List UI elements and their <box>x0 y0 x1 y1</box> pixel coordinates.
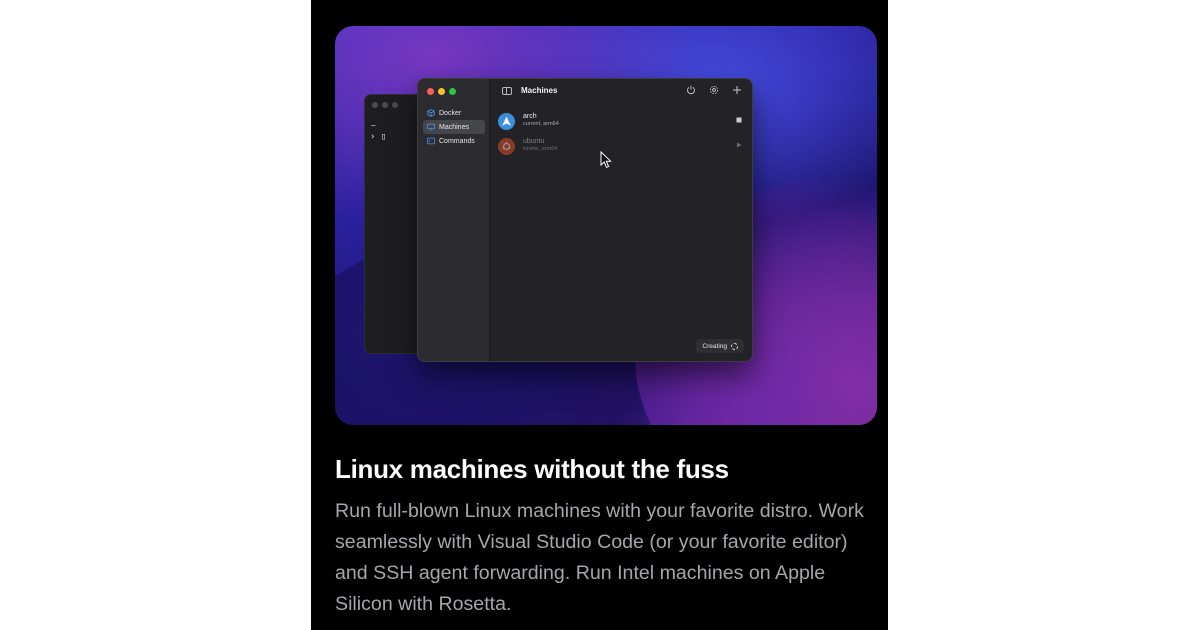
minimize-dot <box>382 102 388 108</box>
status-label: Creating <box>702 342 727 350</box>
toolbar: Machines <box>490 79 752 103</box>
cube-icon <box>427 109 435 117</box>
terminal-window: ~ › ▯ <box>364 94 424 354</box>
window-title: Machines <box>521 86 558 95</box>
orbstack-window: Docker Machines Commands Machines arch c… <box>417 78 753 362</box>
sidebar-item-machines[interactable]: Machines <box>423 120 485 134</box>
window-controls <box>427 88 456 95</box>
ubuntu-icon <box>498 138 515 155</box>
spinner-icon <box>731 342 738 350</box>
stop-icon[interactable] <box>736 117 742 125</box>
sidebar-item-label: Machines <box>439 123 469 131</box>
terminal-prompt: › ▯ <box>370 132 387 142</box>
feature-card: ~ › ▯ Docker Machines Commands Machines … <box>311 0 888 630</box>
hero-screenshot: ~ › ▯ Docker Machines Commands Machines … <box>335 26 877 425</box>
plus-icon[interactable] <box>731 85 743 97</box>
mouse-cursor-icon <box>600 151 612 169</box>
machine-row-ubuntu[interactable]: ubuntu kinetic, arm64 <box>498 137 744 159</box>
terminal-window-controls <box>372 102 398 108</box>
close-dot <box>372 102 378 108</box>
zoom-dot <box>392 102 398 108</box>
machines-pane: Machines arch current, arm64 ubuntu kine… <box>490 79 752 361</box>
sidebar-toggle-icon[interactable] <box>502 87 512 95</box>
machine-name: arch <box>523 113 537 120</box>
feature-description: Run full-blown Linux machines with your … <box>335 500 864 615</box>
display-icon <box>427 123 435 131</box>
terminal-icon <box>427 137 435 145</box>
machine-detail: current, arm64 <box>523 121 559 127</box>
gear-icon[interactable] <box>708 85 720 97</box>
zoom-button[interactable] <box>449 88 456 95</box>
sidebar: Docker Machines Commands <box>418 79 490 361</box>
sidebar-item-label: Docker <box>439 109 462 117</box>
status-indicator: Creating <box>696 339 744 353</box>
terminal-cwd: ~ <box>371 121 376 130</box>
sidebar-item-label: Commands <box>439 137 475 145</box>
machine-row-arch[interactable]: arch current, arm64 <box>498 112 744 134</box>
power-icon[interactable] <box>685 85 697 97</box>
play-icon[interactable] <box>736 142 742 150</box>
sidebar-item-commands[interactable]: Commands <box>423 134 485 148</box>
minimize-button[interactable] <box>438 88 445 95</box>
machine-detail: kinetic, arm64 <box>523 146 558 152</box>
close-button[interactable] <box>427 88 434 95</box>
machine-name: ubuntu <box>523 138 545 145</box>
sidebar-item-docker[interactable]: Docker <box>423 106 485 120</box>
arch-linux-icon <box>498 113 515 130</box>
feature-heading: Linux machines without the fuss <box>335 454 729 484</box>
